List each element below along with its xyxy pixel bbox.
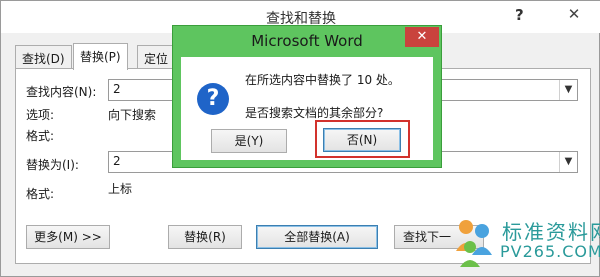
message-dialog: Microsoft Word ✕ ? 在所选内容中替换了 10 处。 是否搜索文… — [172, 25, 442, 168]
tab-find[interactable]: 查找(D) — [15, 45, 72, 69]
replace-format-value: 上标 — [108, 182, 133, 196]
no-button[interactable]: 否(N) — [323, 128, 401, 152]
watermark-logo-icon — [456, 220, 492, 267]
options-label: 选项: — [26, 108, 55, 122]
watermark-text: 标准资料网 — [502, 220, 600, 244]
close-button[interactable]: ✕ — [549, 2, 599, 26]
question-icon: ? — [197, 83, 229, 115]
dialog-body: ? 在所选内容中替换了 10 处。 是否搜索文档的其余部分? 是(Y) 否(N) — [181, 57, 433, 160]
tab-replace[interactable]: 替换(P) — [73, 43, 128, 70]
dialog-message-line2: 是否搜索文档的其余部分? — [245, 106, 384, 120]
dialog-close-button[interactable]: ✕ — [405, 27, 439, 47]
help-button[interactable]: ? — [515, 6, 524, 24]
tab-goto[interactable]: 定位 — [137, 45, 174, 69]
replace-button[interactable]: 替换(R) — [168, 225, 242, 249]
yes-button[interactable]: 是(Y) — [211, 129, 287, 153]
find-format-label: 格式: — [26, 129, 55, 143]
dialog-message-line1: 在所选内容中替换了 10 处。 — [245, 73, 400, 87]
watermark-url: PV265.COM — [500, 242, 600, 261]
dialog-title: Microsoft Word — [251, 32, 363, 50]
options-value: 向下搜索 — [108, 108, 157, 122]
chevron-down-icon[interactable]: ▼ — [559, 152, 577, 172]
chevron-down-icon[interactable]: ▼ — [559, 80, 577, 100]
more-button[interactable]: 更多(M) >> — [26, 225, 110, 249]
replace-all-button[interactable]: 全部替换(A) — [256, 225, 378, 249]
find-what-value: 2 — [113, 82, 121, 96]
find-what-label: 查找内容(N): — [26, 85, 97, 99]
replace-format-label: 格式: — [26, 187, 55, 201]
replace-with-label: 替换为(I): — [26, 158, 79, 172]
replace-with-value: 2 — [113, 154, 121, 168]
